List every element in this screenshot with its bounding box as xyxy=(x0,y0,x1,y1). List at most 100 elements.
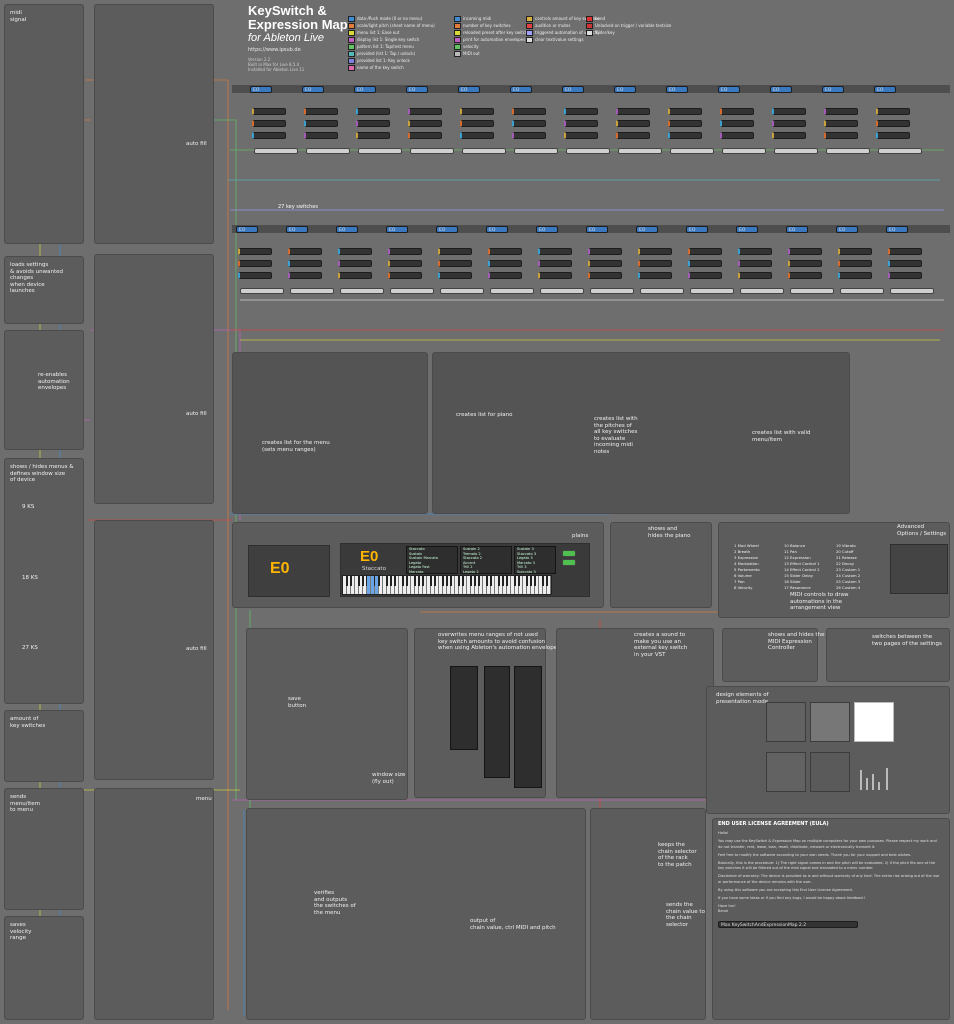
settings-item[interactable]: 13 Effect Control 1 xyxy=(784,561,820,566)
ks-object[interactable] xyxy=(616,120,650,127)
settings-item[interactable]: 16 Slider xyxy=(784,579,801,584)
ks-object[interactable] xyxy=(616,132,650,139)
ks-box[interactable] xyxy=(306,148,350,154)
ks-box[interactable] xyxy=(618,148,662,154)
ks-header[interactable]: EO xyxy=(836,226,858,233)
ks-object[interactable] xyxy=(252,108,286,115)
ks-object[interactable] xyxy=(688,248,722,255)
ks-box[interactable] xyxy=(254,148,298,154)
ks-object[interactable] xyxy=(838,248,872,255)
ks-header[interactable]: EO xyxy=(586,226,608,233)
ks-object[interactable] xyxy=(288,272,322,279)
ks-object[interactable] xyxy=(788,272,822,279)
ks-object[interactable] xyxy=(538,260,572,267)
ks-object[interactable] xyxy=(488,248,522,255)
ks-header[interactable]: EO xyxy=(874,86,896,93)
ks-header[interactable]: EO xyxy=(236,226,258,233)
ks-box[interactable] xyxy=(774,148,818,154)
ks-box[interactable] xyxy=(790,288,834,294)
device-menu-col3[interactable]: Sustain 3 Staccato 3 Legato 3 Marcato 3 Tril… xyxy=(514,546,556,574)
device-menu-item[interactable]: Marcato xyxy=(407,570,457,573)
ks-object[interactable] xyxy=(304,132,338,139)
device-menu-col2[interactable]: Sustain 2 Tremolo 2 Staccato 2 Accent Trill … xyxy=(460,546,512,574)
ks-box[interactable] xyxy=(890,288,934,294)
piano-white-key[interactable] xyxy=(547,576,551,594)
ks-object[interactable] xyxy=(304,120,338,127)
settings-item[interactable]: 17 Resonance xyxy=(784,585,811,590)
settings-item[interactable]: 24 Custom 2 xyxy=(836,573,860,578)
ks-box[interactable] xyxy=(740,288,784,294)
ks-object[interactable] xyxy=(356,120,390,127)
ks-object[interactable] xyxy=(588,260,622,267)
ks-header[interactable]: EO xyxy=(822,86,844,93)
ks-box[interactable] xyxy=(840,288,884,294)
ks-header[interactable]: EO xyxy=(614,86,636,93)
ks-object[interactable] xyxy=(788,248,822,255)
ks-object[interactable] xyxy=(512,132,546,139)
ks-object[interactable] xyxy=(616,108,650,115)
ks-box[interactable] xyxy=(722,148,766,154)
ks-object[interactable] xyxy=(824,120,858,127)
ks-object[interactable] xyxy=(838,260,872,267)
ks-object[interactable] xyxy=(564,108,598,115)
ks-header[interactable]: EO xyxy=(302,86,324,93)
ks-object[interactable] xyxy=(538,272,572,279)
ks-box[interactable] xyxy=(410,148,454,154)
settings-item[interactable]: 25 Custom 3 xyxy=(836,579,860,584)
piano-keyboard[interactable] xyxy=(342,575,552,595)
ks-object[interactable] xyxy=(438,248,472,255)
ks-object[interactable] xyxy=(356,132,390,139)
settings-item[interactable]: 19 Vibrato xyxy=(836,543,856,548)
ks-header[interactable]: EO xyxy=(686,226,708,233)
ks-box[interactable] xyxy=(690,288,734,294)
settings-item[interactable]: 12 Expression xyxy=(784,555,811,560)
ks-box[interactable] xyxy=(878,148,922,154)
ks-box[interactable] xyxy=(540,288,584,294)
settings-item[interactable]: 5 Portamento xyxy=(734,567,760,572)
settings-item[interactable]: 1 Mod Wheel xyxy=(734,543,759,548)
ks-box[interactable] xyxy=(440,288,484,294)
ks-object[interactable] xyxy=(788,260,822,267)
ks-object[interactable] xyxy=(460,132,494,139)
ks-box[interactable] xyxy=(462,148,506,154)
ks-header[interactable]: EO xyxy=(458,86,480,93)
ks-box[interactable] xyxy=(290,288,334,294)
ks-object[interactable] xyxy=(888,260,922,267)
url-link[interactable]: https://www.ipsub.de xyxy=(248,47,348,53)
settings-item[interactable]: 23 Custom 1 xyxy=(836,567,860,572)
ks-object[interactable] xyxy=(564,120,598,127)
settings-item[interactable]: 20 Cutoff xyxy=(836,549,854,554)
ks-object[interactable] xyxy=(738,248,772,255)
ks-object[interactable] xyxy=(668,108,702,115)
ks-box[interactable] xyxy=(514,148,558,154)
ks-box[interactable] xyxy=(358,148,402,154)
settings-item[interactable]: 26 Custom 4 xyxy=(836,585,860,590)
ks-object[interactable] xyxy=(408,108,442,115)
ks-object[interactable] xyxy=(252,120,286,127)
ks-object[interactable] xyxy=(388,272,422,279)
ks-box[interactable] xyxy=(490,288,534,294)
ks-object[interactable] xyxy=(388,260,422,267)
ks-object[interactable] xyxy=(564,132,598,139)
settings-item[interactable]: 21 Release xyxy=(836,555,857,560)
ks-object[interactable] xyxy=(738,260,772,267)
ks-object[interactable] xyxy=(688,260,722,267)
ks-object[interactable] xyxy=(238,272,272,279)
settings-item[interactable]: 8 Velocity xyxy=(734,585,753,590)
ks-object[interactable] xyxy=(876,132,910,139)
settings-item[interactable]: 3 Expression xyxy=(734,555,758,560)
ks-object[interactable] xyxy=(720,108,754,115)
ks-object[interactable] xyxy=(588,248,622,255)
settings-item[interactable]: 14 Effect Control 2 xyxy=(784,567,820,572)
ks-object[interactable] xyxy=(772,132,806,139)
settings-item[interactable]: 7 Pan xyxy=(734,579,744,584)
ks-header[interactable]: EO xyxy=(736,226,758,233)
ks-box[interactable] xyxy=(826,148,870,154)
device-menu-item[interactable]: Spiccato 3 xyxy=(515,570,555,573)
ks-header[interactable]: EO xyxy=(666,86,688,93)
ks-header[interactable]: EO xyxy=(436,226,458,233)
ks-object[interactable] xyxy=(838,272,872,279)
ks-object[interactable] xyxy=(408,132,442,139)
ks-header[interactable]: EO xyxy=(562,86,584,93)
settings-item[interactable]: 6 Volume xyxy=(734,573,752,578)
